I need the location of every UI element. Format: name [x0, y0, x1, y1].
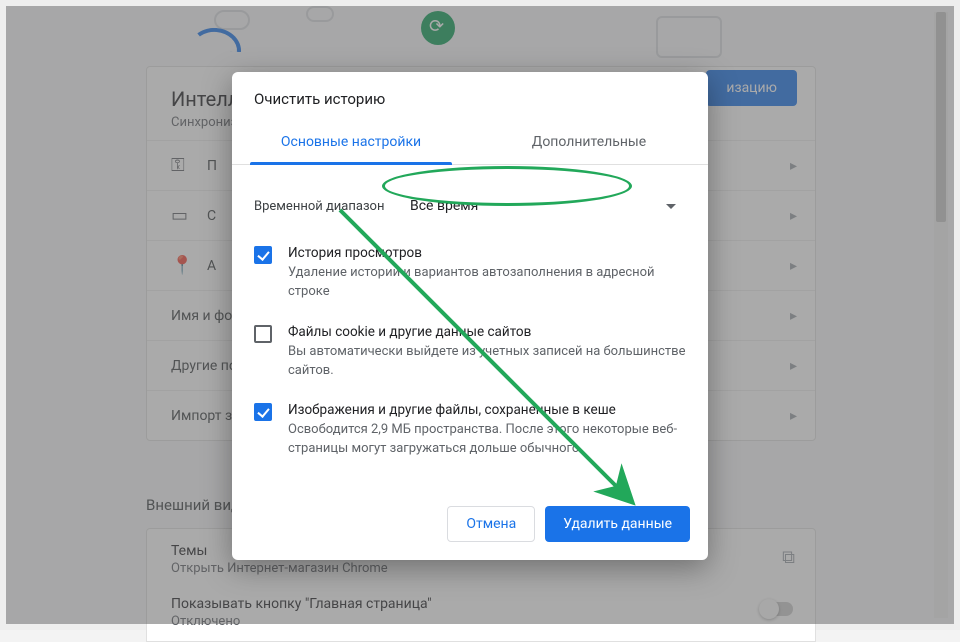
dialog-tabs: Основные настройки Дополнительные: [232, 122, 708, 165]
checkbox-cookies[interactable]: [254, 325, 272, 343]
time-range-label: Временной диапазон: [254, 199, 404, 214]
checkbox-browsing-history[interactable]: [254, 246, 272, 264]
option-cookies: Файлы cookie и другие данные сайтов Вы а…: [254, 324, 686, 381]
tab-advanced[interactable]: Дополнительные: [470, 122, 708, 164]
clear-browsing-data-dialog: Очистить историю Основные настройки Допо…: [232, 72, 708, 560]
option-browsing-history: История просмотров Удаление истории и ва…: [254, 245, 686, 302]
cancel-button[interactable]: Отмена: [447, 506, 535, 542]
checkbox-cache[interactable]: [254, 403, 272, 421]
option-cache: Изображения и другие файлы, сохраненные …: [254, 402, 686, 459]
dialog-title: Очистить историю: [232, 72, 708, 122]
chevron-down-icon: [666, 204, 676, 214]
clear-data-button[interactable]: Удалить данные: [545, 506, 690, 542]
time-range-select[interactable]: Все время: [404, 189, 686, 223]
tab-basic[interactable]: Основные настройки: [232, 122, 470, 164]
